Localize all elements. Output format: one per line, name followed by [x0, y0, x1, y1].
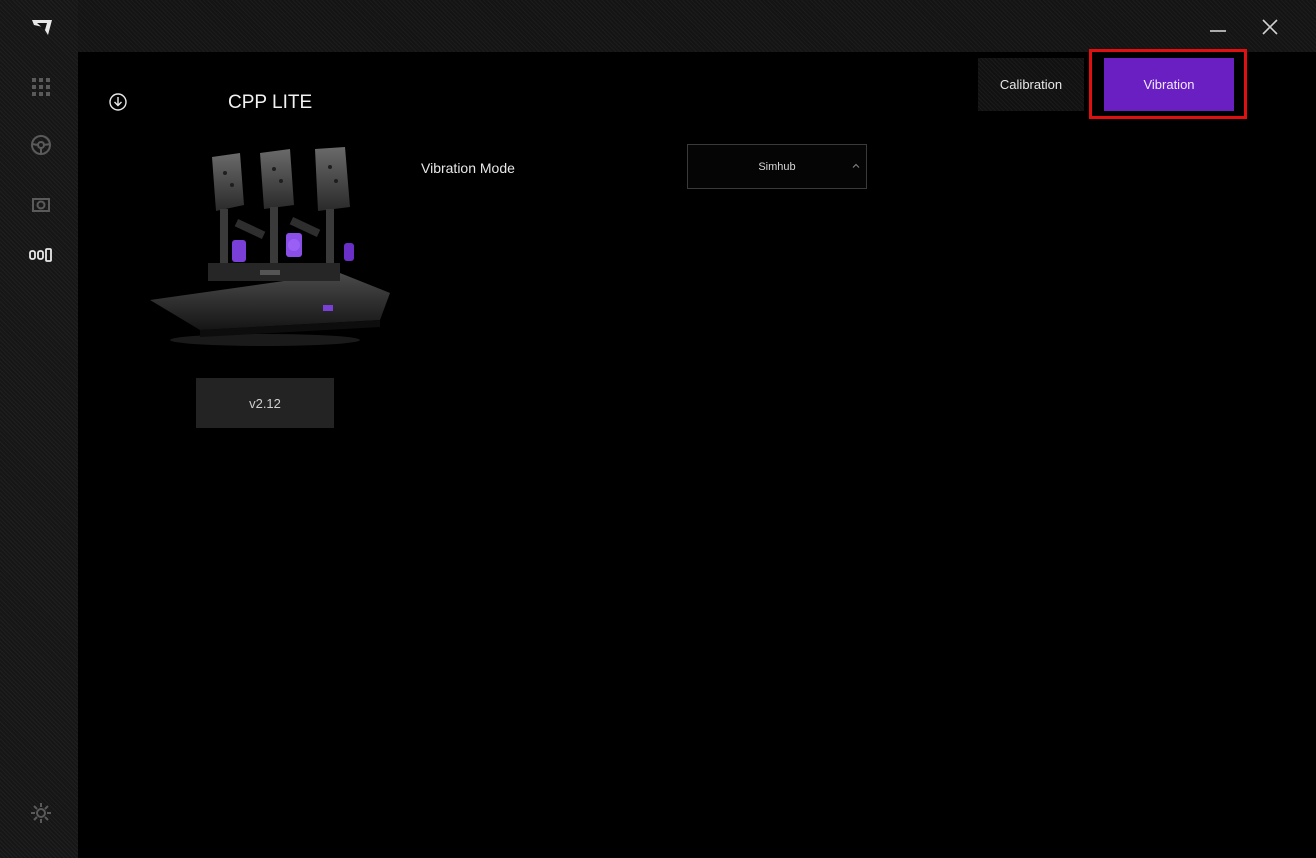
tab-vibration-label: Vibration — [1143, 77, 1195, 92]
device-name: CPP LITE — [228, 92, 313, 113]
pedal-set-image — [150, 147, 390, 346]
title-bar — [0, 0, 1316, 52]
vibration-mode-label: Vibration Mode — [421, 160, 515, 176]
grid-icon[interactable] — [28, 74, 54, 100]
pedals-icon[interactable] — [28, 242, 54, 268]
download-icon[interactable] — [108, 92, 128, 112]
wheel-base-icon[interactable] — [28, 190, 54, 216]
minimize-icon[interactable] — [1205, 14, 1231, 40]
gear-icon[interactable] — [28, 800, 54, 826]
steering-wheel-icon[interactable] — [28, 132, 54, 158]
tab-calibration-label: Calibration — [999, 77, 1063, 92]
tab-calibration[interactable]: Calibration — [978, 58, 1084, 111]
tab-vibration[interactable]: Vibration — [1104, 58, 1234, 111]
sidebar — [0, 0, 78, 858]
close-icon[interactable] — [1257, 14, 1283, 40]
vibration-mode-select[interactable]: Simhub — [687, 144, 867, 189]
firmware-version-button[interactable]: v2.12 — [196, 378, 334, 428]
vibration-mode-value: Simhub — [758, 160, 796, 173]
firmware-version-label: v2.12 — [249, 395, 281, 411]
chevron-up-icon — [852, 163, 860, 168]
app-logo-icon — [32, 20, 52, 35]
